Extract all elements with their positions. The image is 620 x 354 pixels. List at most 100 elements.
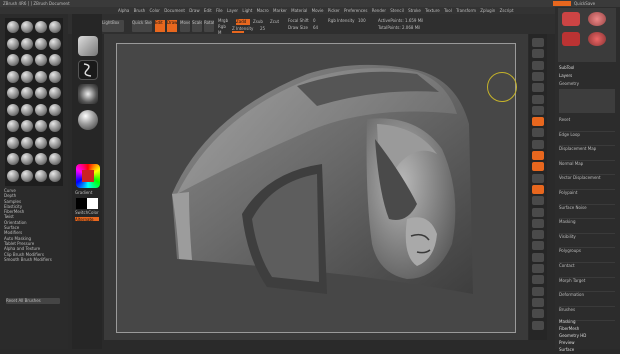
brush-settings-item[interactable]: Smooth Brush Modifiers xyxy=(4,257,66,262)
tool-section[interactable]: Edge Loop xyxy=(559,132,615,147)
brush-thumbnail[interactable] xyxy=(7,54,19,66)
tool-bottom-item[interactable]: Masking xyxy=(559,319,615,326)
view-control-icon[interactable] xyxy=(532,162,544,172)
edit-button[interactable]: Edit xyxy=(155,20,165,32)
view-control-icon[interactable] xyxy=(532,105,544,115)
tool-section[interactable]: Reset xyxy=(559,117,615,132)
brush-thumbnail[interactable] xyxy=(35,37,47,50)
brush-thumbnail[interactable] xyxy=(7,70,19,83)
view-control-icon[interactable] xyxy=(532,252,544,262)
tool-section[interactable]: Displacement Map xyxy=(559,146,615,161)
view-control-icon[interactable] xyxy=(532,275,544,285)
brush-thumbnail[interactable] xyxy=(7,21,19,33)
brush-thumbnail[interactable] xyxy=(49,54,61,66)
tool-section[interactable]: Polypaint xyxy=(559,190,615,205)
reset-all-brushes-button[interactable]: Reset All Brushes xyxy=(6,298,60,304)
brush-thumbnail[interactable] xyxy=(35,21,47,33)
view-control-icon[interactable] xyxy=(532,139,544,149)
brush-thumbnail[interactable] xyxy=(49,87,61,99)
tool-bottom-item[interactable]: Geometry HD xyxy=(559,333,615,340)
brush-palette[interactable] xyxy=(5,18,63,186)
menu-item[interactable]: Stroke xyxy=(408,8,425,13)
tool-section[interactable]: Morph Target xyxy=(559,278,615,293)
brush-thumbnail[interactable] xyxy=(21,136,33,149)
stroke-thumbnail[interactable] xyxy=(78,60,98,80)
mrgb-toggle[interactable]: Mrgb xyxy=(218,18,232,23)
quick-sketch-button[interactable]: Quick Sketch xyxy=(132,20,152,32)
brush-thumbnail[interactable] xyxy=(49,169,61,182)
tool-thumb-2[interactable] xyxy=(588,12,606,26)
menu-item[interactable]: Zplugin xyxy=(480,8,499,13)
brush-thumbnail[interactable] xyxy=(7,169,19,182)
view-control-icon[interactable] xyxy=(532,241,544,251)
view-control-icon[interactable] xyxy=(532,60,544,70)
menu-item[interactable]: Preferences xyxy=(344,8,372,13)
view-control-icon[interactable] xyxy=(532,83,544,93)
tool-section[interactable]: Deformation xyxy=(559,292,615,307)
rgb-toggle[interactable]: Rgb xyxy=(218,24,232,29)
menu-item[interactable]: Tool xyxy=(444,8,456,13)
view-control-icon[interactable] xyxy=(532,128,544,138)
brush-thumbnail[interactable] xyxy=(35,169,47,182)
secondary-white-swatch[interactable] xyxy=(87,198,98,209)
menu-items[interactable]: Alpha Brush Color Document Draw Edit Fil… xyxy=(118,8,548,13)
brush-thumbnail[interactable] xyxy=(49,136,61,149)
zsub-toggle[interactable]: Zsub xyxy=(253,19,267,24)
tool-section[interactable]: Masking xyxy=(559,219,615,234)
brush-thumbnail[interactable] xyxy=(21,103,33,116)
menu-item[interactable]: Layer xyxy=(227,8,242,13)
brush-thumbnail[interactable] xyxy=(35,103,47,116)
preview-box[interactable] xyxy=(559,89,615,113)
brush-thumbnail[interactable] xyxy=(21,153,33,165)
menu-item[interactable]: Transform xyxy=(456,8,480,13)
brush-thumbnail[interactable] xyxy=(35,153,47,165)
brush-thumbnail[interactable] xyxy=(21,37,33,50)
brush-thumbnail[interactable] xyxy=(35,87,47,99)
z-intensity-slider[interactable] xyxy=(232,31,244,33)
menu-item[interactable]: Draw xyxy=(189,8,204,13)
current-brush-thumbnail[interactable] xyxy=(78,36,98,56)
move-button[interactable]: Move xyxy=(180,20,190,32)
brush-thumbnail[interactable] xyxy=(7,37,19,50)
brush-thumbnail[interactable] xyxy=(49,37,61,50)
tool-section[interactable]: Polygroups xyxy=(559,248,615,263)
switch-color-label[interactable]: SwitchColor xyxy=(75,210,101,215)
brush-thumbnail[interactable] xyxy=(49,120,61,132)
brush-thumbnail[interactable] xyxy=(21,21,33,33)
rgb-intensity-value[interactable]: 100 xyxy=(358,18,372,23)
view-control-icon[interactable] xyxy=(532,151,544,160)
quicksave-button[interactable] xyxy=(553,1,571,6)
view-control-icon[interactable] xyxy=(532,71,544,81)
view-control-icon[interactable] xyxy=(532,286,544,296)
view-control-icon[interactable] xyxy=(532,117,544,127)
brush-thumbnail[interactable] xyxy=(49,21,61,33)
brush-thumbnail[interactable] xyxy=(7,153,19,165)
brush-thumbnail[interactable] xyxy=(21,120,33,132)
tool-section[interactable]: Normal Map xyxy=(559,161,615,176)
view-control-icon[interactable] xyxy=(532,297,544,307)
brush-thumbnail[interactable] xyxy=(49,153,61,165)
tool-bottom-item[interactable]: Preview xyxy=(559,340,615,347)
rotate-button[interactable]: Rotate xyxy=(204,20,214,32)
tool-thumb-1[interactable] xyxy=(562,12,580,26)
menu-item[interactable]: Color xyxy=(149,8,164,13)
z-intensity-value[interactable]: 25 xyxy=(260,26,270,31)
brush-thumbnail[interactable] xyxy=(7,136,19,149)
brush-thumbnail[interactable] xyxy=(7,103,19,116)
alpha-thumbnail[interactable] xyxy=(78,84,98,104)
view-control-icon[interactable] xyxy=(532,94,544,104)
brush-thumbnail[interactable] xyxy=(7,87,19,99)
menu-item[interactable]: Picker xyxy=(328,8,344,13)
menu-item[interactable]: File xyxy=(216,8,227,13)
draw-size-value[interactable]: 64 xyxy=(313,25,323,30)
view-control-icon[interactable] xyxy=(532,184,544,194)
brush-thumbnail[interactable] xyxy=(35,70,47,83)
material-sphere[interactable] xyxy=(78,110,98,130)
layers-header[interactable]: Layers xyxy=(559,73,615,78)
menu-item[interactable]: Edit xyxy=(204,8,216,13)
brush-thumbnail[interactable] xyxy=(7,120,19,132)
subtool-header[interactable]: SubTool xyxy=(559,65,615,70)
brush-thumbnail[interactable] xyxy=(21,87,33,99)
view-control-icon[interactable] xyxy=(532,264,544,273)
view-control-icon[interactable] xyxy=(532,309,544,319)
